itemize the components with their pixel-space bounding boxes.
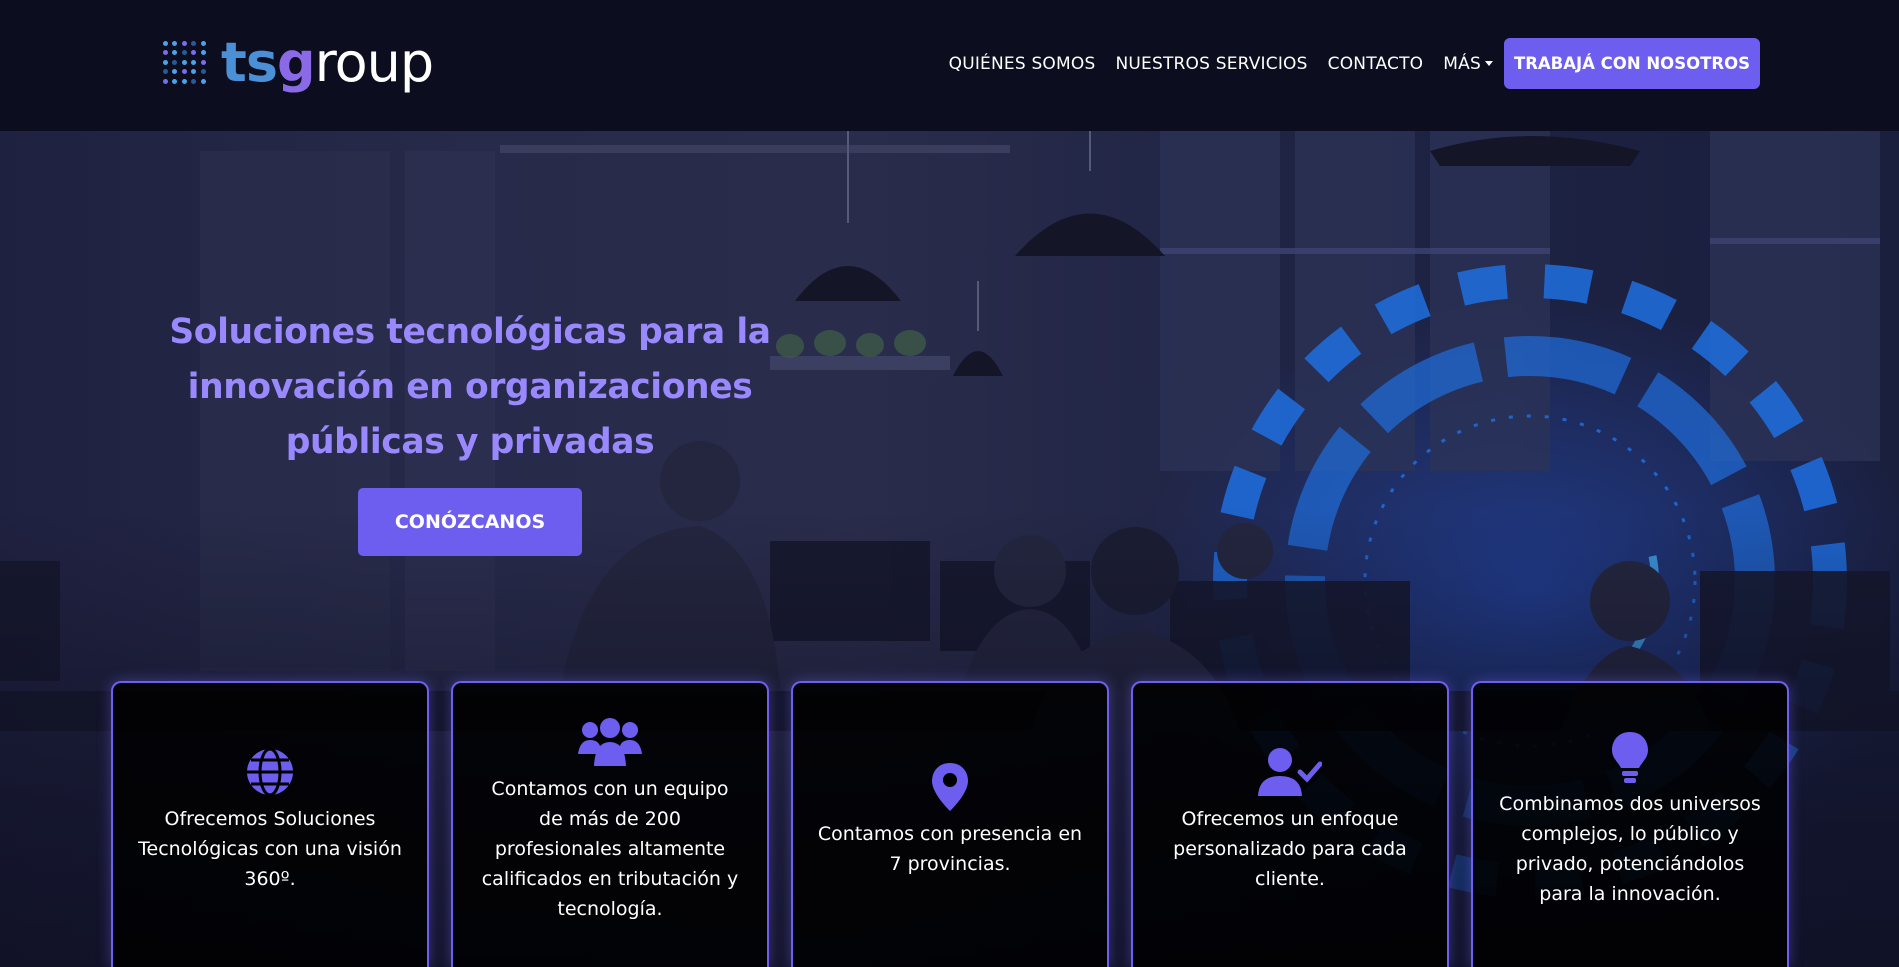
nav-mas-dropdown[interactable]: MÁS [1433, 54, 1503, 74]
hero-headline: Soluciones tecnológicas para la innovaci… [169, 312, 771, 462]
feature-card-provincias: Contamos con presencia en 7 provincias. [791, 681, 1109, 967]
logo-dots-icon [163, 41, 207, 85]
map-pin-icon [930, 759, 970, 815]
logo-wordmark: tsgroup [221, 31, 434, 94]
feature-text: Contamos con un equipo de más de 200 pro… [481, 778, 739, 920]
nav-mas-label: MÁS [1443, 53, 1481, 74]
feature-text: Ofrecemos un enfoque personalizado para … [1173, 808, 1407, 890]
trabaja-con-nosotros-button[interactable]: TRABAJÁ CON NOSOTROS [1503, 38, 1760, 89]
globe-icon [244, 744, 296, 800]
tsgroup-logo[interactable]: tsgroup [163, 30, 434, 96]
caret-down-icon [1484, 61, 1493, 66]
feature-card-equipo: Contamos con un equipo de más de 200 pro… [451, 681, 769, 967]
feature-card-enfoque: Ofrecemos un enfoque personalizado para … [1131, 681, 1449, 967]
feature-card-360: Ofrecemos Soluciones Tecnológicas con un… [111, 681, 429, 967]
lightbulb-icon [1610, 729, 1650, 785]
main-nav: QUIÉNES SOMOS NUESTROS SERVICIOS CONTACT… [939, 38, 1760, 89]
feature-text: Combinamos dos universos complejos, lo p… [1499, 793, 1761, 905]
feature-text: Contamos con presencia en 7 provincias. [817, 823, 1083, 875]
nav-nuestros-servicios[interactable]: NUESTROS SERVICIOS [1105, 54, 1317, 74]
conozcanos-button[interactable]: CONÓZCANOS [358, 488, 582, 556]
site-header: tsgroup QUIÉNES SOMOS NUESTROS SERVICIOS… [0, 0, 1899, 131]
user-check-icon [1258, 744, 1322, 800]
feature-text: Ofrecemos Soluciones Tecnológicas con un… [138, 808, 402, 890]
users-icon [578, 714, 642, 770]
nav-contacto[interactable]: CONTACTO [1318, 54, 1434, 74]
nav-quienes-somos[interactable]: QUIÉNES SOMOS [939, 54, 1106, 74]
feature-card-innovacion: Combinamos dos universos complejos, lo p… [1471, 681, 1789, 967]
